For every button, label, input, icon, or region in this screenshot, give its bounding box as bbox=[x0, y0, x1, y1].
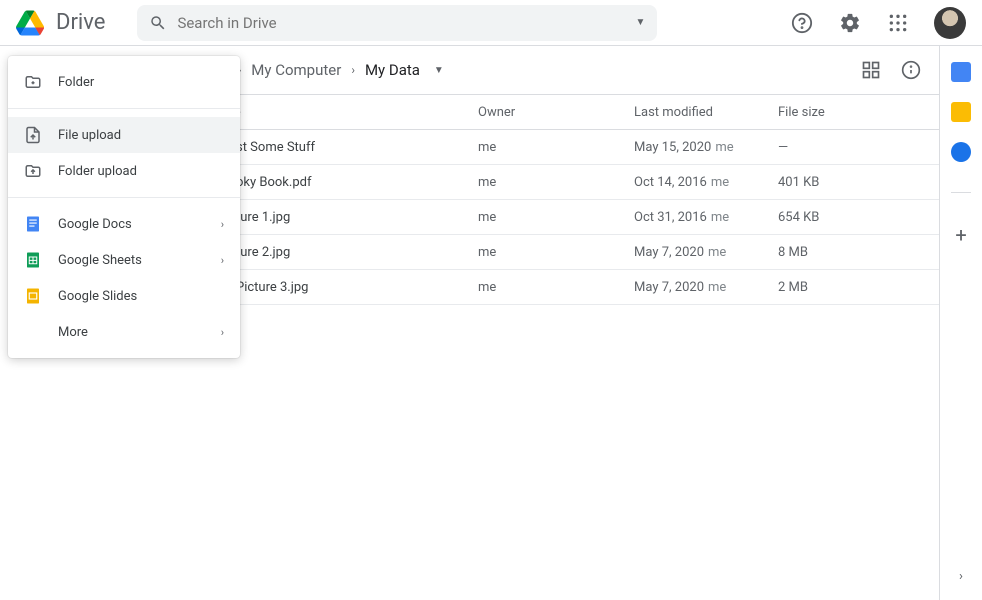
add-addon-button[interactable]: + bbox=[955, 223, 966, 247]
menu-sheets-label: Google Sheets bbox=[58, 253, 142, 268]
toolbar: ters › My Computer › My Data ▼ bbox=[186, 46, 939, 94]
header: Drive ▼ bbox=[0, 0, 982, 46]
content-area: ters › My Computer › My Data ▼ Name Owne… bbox=[186, 46, 940, 600]
keep-app-icon[interactable] bbox=[951, 102, 971, 122]
new-menu: Folder File upload Folder upload Google … bbox=[8, 56, 240, 358]
drive-logo-icon bbox=[16, 9, 44, 37]
owner-cell: me bbox=[478, 175, 634, 190]
sheets-icon bbox=[24, 251, 42, 269]
file-name: ture 1.jpg bbox=[236, 210, 290, 225]
file-name: ture 2.jpg bbox=[236, 245, 290, 260]
table-row[interactable]: ture 2.jpg meMay 7, 2020me8 MB bbox=[186, 235, 939, 270]
help-icon[interactable] bbox=[790, 11, 814, 35]
column-owner[interactable]: Owner bbox=[478, 105, 634, 120]
modified-cell: Oct 14, 2016me bbox=[634, 175, 778, 190]
menu-new-folder[interactable]: Folder bbox=[8, 64, 240, 100]
menu-separator bbox=[8, 108, 240, 109]
file-upload-icon bbox=[24, 126, 42, 144]
menu-file-upload[interactable]: File upload bbox=[8, 117, 240, 153]
menu-more[interactable]: More › bbox=[8, 314, 240, 350]
search-bar[interactable]: ▼ bbox=[137, 5, 657, 41]
menu-folder-upload[interactable]: Folder upload bbox=[8, 153, 240, 189]
menu-separator bbox=[8, 197, 240, 198]
info-icon[interactable] bbox=[899, 58, 923, 82]
chevron-right-icon: › bbox=[221, 254, 224, 267]
apps-icon[interactable] bbox=[886, 11, 910, 35]
column-size[interactable]: File size bbox=[778, 105, 939, 120]
size-cell: 401 KB bbox=[778, 175, 939, 190]
table-row[interactable]: ture 1.jpg meOct 31, 2016me654 KB bbox=[186, 200, 939, 235]
search-input[interactable] bbox=[177, 14, 635, 32]
folder-upload-icon bbox=[24, 162, 42, 180]
breadcrumb-level1[interactable]: My Computer bbox=[251, 61, 341, 79]
table-row[interactable]: st Some Stuff meMay 15, 2020me— bbox=[186, 130, 939, 165]
chevron-right-icon: › bbox=[221, 218, 224, 231]
table-row[interactable]: oky Book.pdf meOct 14, 2016me401 KB bbox=[186, 165, 939, 200]
owner-cell: me bbox=[478, 245, 634, 260]
modified-cell: May 7, 2020me bbox=[634, 280, 778, 295]
menu-folder-label: Folder bbox=[58, 75, 94, 90]
chevron-right-icon: › bbox=[221, 326, 224, 339]
file-name: Picture 3.jpg bbox=[236, 280, 308, 295]
table-header: Name Owner Last modified File size bbox=[186, 94, 939, 130]
size-cell: — bbox=[778, 140, 939, 155]
menu-slides-label: Google Slides bbox=[58, 289, 137, 304]
collapse-panel-button[interactable]: › bbox=[959, 569, 963, 584]
size-cell: 654 KB bbox=[778, 210, 939, 225]
menu-docs-label: Google Docs bbox=[58, 217, 132, 232]
docs-icon bbox=[24, 215, 42, 233]
menu-google-docs[interactable]: Google Docs › bbox=[8, 206, 240, 242]
rail-separator bbox=[951, 192, 971, 193]
breadcrumb-current[interactable]: My Data bbox=[365, 61, 420, 79]
modified-cell: Oct 31, 2016me bbox=[634, 210, 778, 225]
search-dropdown-icon[interactable]: ▼ bbox=[636, 17, 646, 28]
modified-cell: May 15, 2020me bbox=[634, 140, 778, 155]
modified-cell: May 7, 2020me bbox=[634, 245, 778, 260]
folder-plus-icon bbox=[24, 73, 42, 91]
owner-cell: me bbox=[478, 280, 634, 295]
avatar[interactable] bbox=[934, 7, 966, 39]
file-name: oky Book.pdf bbox=[236, 175, 311, 190]
table-row[interactable]: Picture 3.jpg meMay 7, 2020me2 MB bbox=[186, 270, 939, 305]
column-name[interactable]: Name bbox=[206, 105, 478, 120]
size-cell: 2 MB bbox=[778, 280, 939, 295]
calendar-app-icon[interactable] bbox=[951, 62, 971, 82]
menu-more-label: More bbox=[58, 325, 88, 340]
menu-google-slides[interactable]: Google Slides bbox=[8, 278, 240, 314]
grid-view-icon[interactable] bbox=[859, 58, 883, 82]
breadcrumb-dropdown-icon[interactable]: ▼ bbox=[434, 65, 444, 76]
tasks-app-icon[interactable] bbox=[951, 142, 971, 162]
menu-folder-upload-label: Folder upload bbox=[58, 164, 137, 179]
owner-cell: me bbox=[478, 210, 634, 225]
menu-file-upload-label: File upload bbox=[58, 128, 121, 143]
app-name: Drive bbox=[56, 10, 105, 35]
column-modified[interactable]: Last modified bbox=[634, 105, 778, 120]
chevron-right-icon: › bbox=[351, 63, 355, 77]
slides-icon bbox=[24, 287, 42, 305]
menu-google-sheets[interactable]: Google Sheets › bbox=[8, 242, 240, 278]
side-panel: + › bbox=[940, 46, 982, 600]
gear-icon[interactable] bbox=[838, 11, 862, 35]
owner-cell: me bbox=[478, 140, 634, 155]
file-name: st Some Stuff bbox=[236, 140, 315, 155]
search-icon bbox=[149, 14, 167, 32]
size-cell: 8 MB bbox=[778, 245, 939, 260]
